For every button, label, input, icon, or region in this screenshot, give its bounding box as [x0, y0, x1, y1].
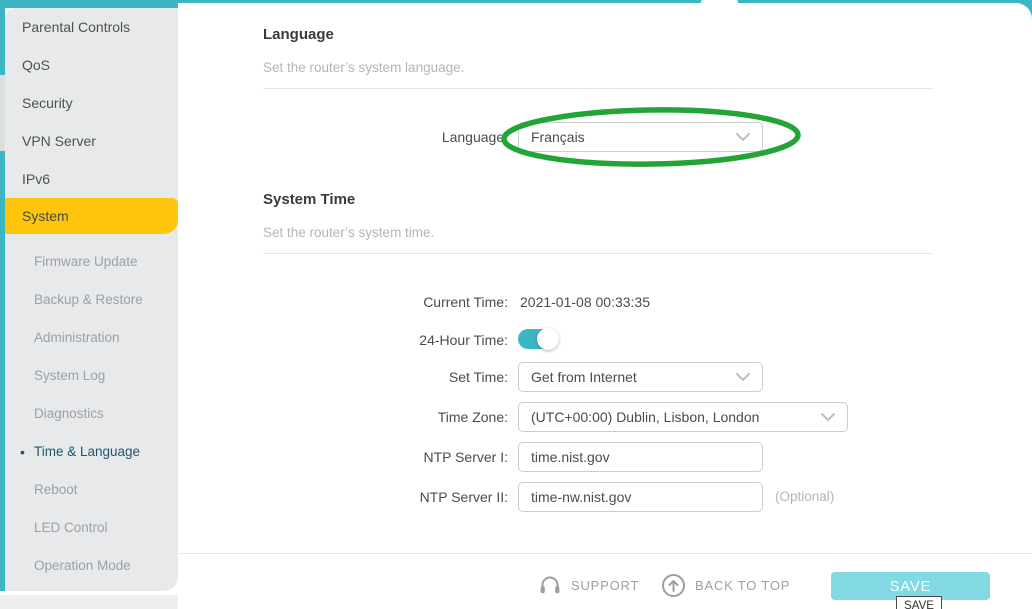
ntp-server-1-input[interactable]	[518, 442, 763, 472]
top-tab-notch	[701, 0, 738, 10]
system-submenu: Firmware Update Backup & Restore Adminis…	[5, 243, 178, 585]
ntp-server-2-input[interactable]	[518, 482, 763, 512]
back-to-top-label: BACK TO TOP	[695, 578, 791, 593]
sidebar-item-parental-controls[interactable]: Parental Controls	[5, 8, 178, 46]
ntp-server-1-label: NTP Server I:	[423, 449, 508, 465]
sidebar-item-reboot[interactable]: Reboot	[5, 471, 178, 509]
chevron-down-icon	[736, 133, 750, 141]
set-time-label: Set Time:	[448, 369, 508, 385]
sidebar-nav: Parental Controls QoS Security VPN Serve…	[5, 8, 178, 591]
sidebar-item-system[interactable]: System	[5, 198, 178, 234]
sidebar-item-backup-restore[interactable]: Backup & Restore	[5, 281, 178, 319]
set-time-select-value: Get from Internet	[531, 369, 637, 385]
sidebar-item-time-language[interactable]: • Time & Language	[5, 433, 178, 471]
24-hour-time-label: 24-Hour Time:	[419, 332, 508, 348]
footer-divider	[178, 553, 1032, 554]
headset-icon	[540, 576, 560, 594]
sidebar-item-security[interactable]: Security	[5, 84, 178, 122]
chevron-down-icon	[736, 373, 750, 381]
system-time-section-subtitle: Set the router’s system time.	[263, 225, 435, 240]
sidebar-item-time-language-label: Time & Language	[34, 444, 141, 459]
current-time-label: Current Time:	[423, 294, 508, 310]
language-section-subtitle: Set the router’s system language.	[263, 60, 465, 75]
language-select-value: Français	[531, 129, 585, 145]
sidebar-bottom-band	[0, 595, 178, 609]
language-field-label: Language:	[441, 129, 508, 145]
system-time-section-divider	[263, 253, 933, 254]
time-zone-select[interactable]: (UTC+00:00) Dublin, Lisbon, London	[518, 402, 848, 432]
save-button-tooltip: SAVE	[896, 596, 942, 609]
sidebar-item-firmware-update[interactable]: Firmware Update	[5, 243, 178, 281]
support-label: SUPPORT	[571, 577, 640, 593]
sidebar-item-operation-mode[interactable]: Operation Mode	[5, 547, 178, 585]
sidebar-item-ipv6[interactable]: IPv6	[5, 160, 178, 198]
chevron-down-icon	[821, 413, 835, 421]
language-select[interactable]: Français	[518, 122, 763, 152]
24-hour-time-toggle[interactable]	[518, 328, 559, 350]
time-zone-select-value: (UTC+00:00) Dublin, Lisbon, London	[531, 409, 760, 425]
toggle-knob	[537, 328, 559, 350]
system-time-section-title: System Time	[263, 191, 356, 208]
ntp-server-2-optional-hint: (Optional)	[775, 489, 835, 504]
ntp-server-2-label: NTP Server II:	[419, 489, 508, 505]
arrow-up-circle-icon	[662, 574, 685, 597]
sidebar-item-diagnostics[interactable]: Diagnostics	[5, 395, 178, 433]
sidebar-item-administration[interactable]: Administration	[5, 319, 178, 357]
language-section-title: Language	[263, 26, 334, 43]
support-button[interactable]: SUPPORT	[538, 573, 639, 597]
router-admin-page: Parental Controls QoS Security VPN Serve…	[0, 0, 1032, 609]
back-to-top-button[interactable]: BACK TO TOP	[661, 573, 790, 598]
language-section-divider	[263, 88, 933, 89]
set-time-select[interactable]: Get from Internet	[518, 362, 763, 392]
sidebar-item-vpn-server[interactable]: VPN Server	[5, 122, 178, 160]
current-time-value: 2021-01-08 00:33:35	[520, 294, 650, 310]
sidebar-item-qos[interactable]: QoS	[5, 46, 178, 84]
time-zone-label: Time Zone:	[437, 409, 508, 425]
sidebar-item-system-log[interactable]: System Log	[5, 357, 178, 395]
sidebar-item-led-control[interactable]: LED Control	[5, 509, 178, 547]
active-item-bullet: •	[20, 444, 25, 460]
